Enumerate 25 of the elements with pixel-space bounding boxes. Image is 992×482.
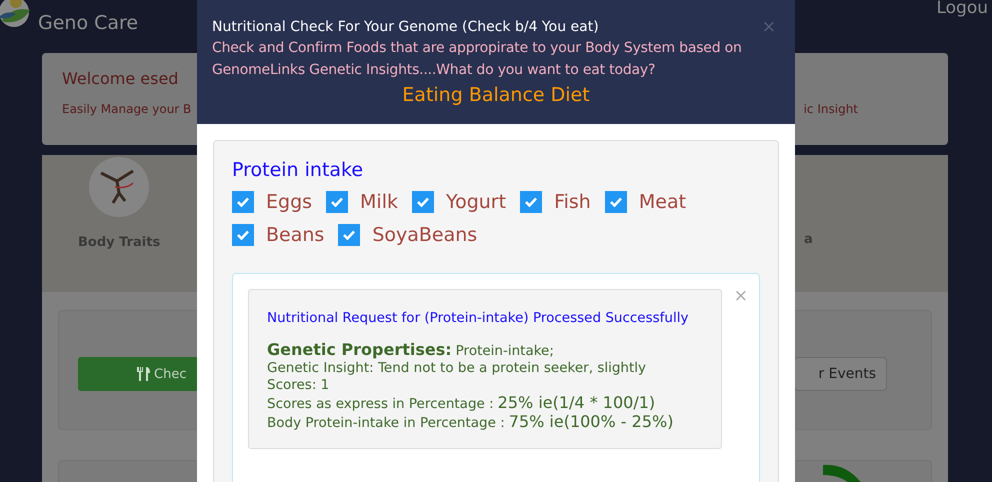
result-label: Body Protein-intake in Percentage : <box>267 415 505 432</box>
result-label: Scores as express in Percentage : <box>267 396 494 413</box>
dialog-title: Nutritional Check For Your Genome (Check b/4 You eat) <box>212 19 599 35</box>
dialog-description: GenomeLinks Genetic Insights....What do you want to eat today? <box>212 61 656 80</box>
dialog-description: Check and Confirm Foods that are appropirate to your Body System based on <box>212 39 743 58</box>
food-label[interactable]: Milk <box>360 191 398 213</box>
welcome-subtitle: ic Insight <box>804 102 858 116</box>
property-label: Genetic Propertises: <box>267 341 452 358</box>
logout-link[interactable]: Logou <box>936 0 988 18</box>
section-title: Protein intake <box>232 159 364 181</box>
events-button[interactable]: r Events <box>794 357 887 391</box>
property-value: Protein-intake; <box>456 343 554 360</box>
brand-name[interactable]: Geno Care <box>38 12 138 34</box>
food-label[interactable]: SoyaBeans <box>372 224 478 246</box>
dialog-subtitle: Eating Balance Diet <box>401 84 591 106</box>
food-label[interactable]: Eggs <box>266 191 312 213</box>
welcome-subtitle: Easily Manage your B <box>62 102 192 116</box>
food-label[interactable]: Yogurt <box>446 191 506 213</box>
food-label[interactable]: Beans <box>266 224 324 246</box>
food-label[interactable]: Fish <box>554 191 591 213</box>
result-message: Nutritional Request for (Protein-intake) Processed Successfully <box>267 310 690 326</box>
result-value: 25% ie(1/4 * 100/1) <box>498 394 656 411</box>
result-value: 75% ie(100% - 25%) <box>508 413 674 430</box>
food-label[interactable]: Meat <box>638 191 686 213</box>
welcome-title: Welcome esed <box>62 69 178 88</box>
